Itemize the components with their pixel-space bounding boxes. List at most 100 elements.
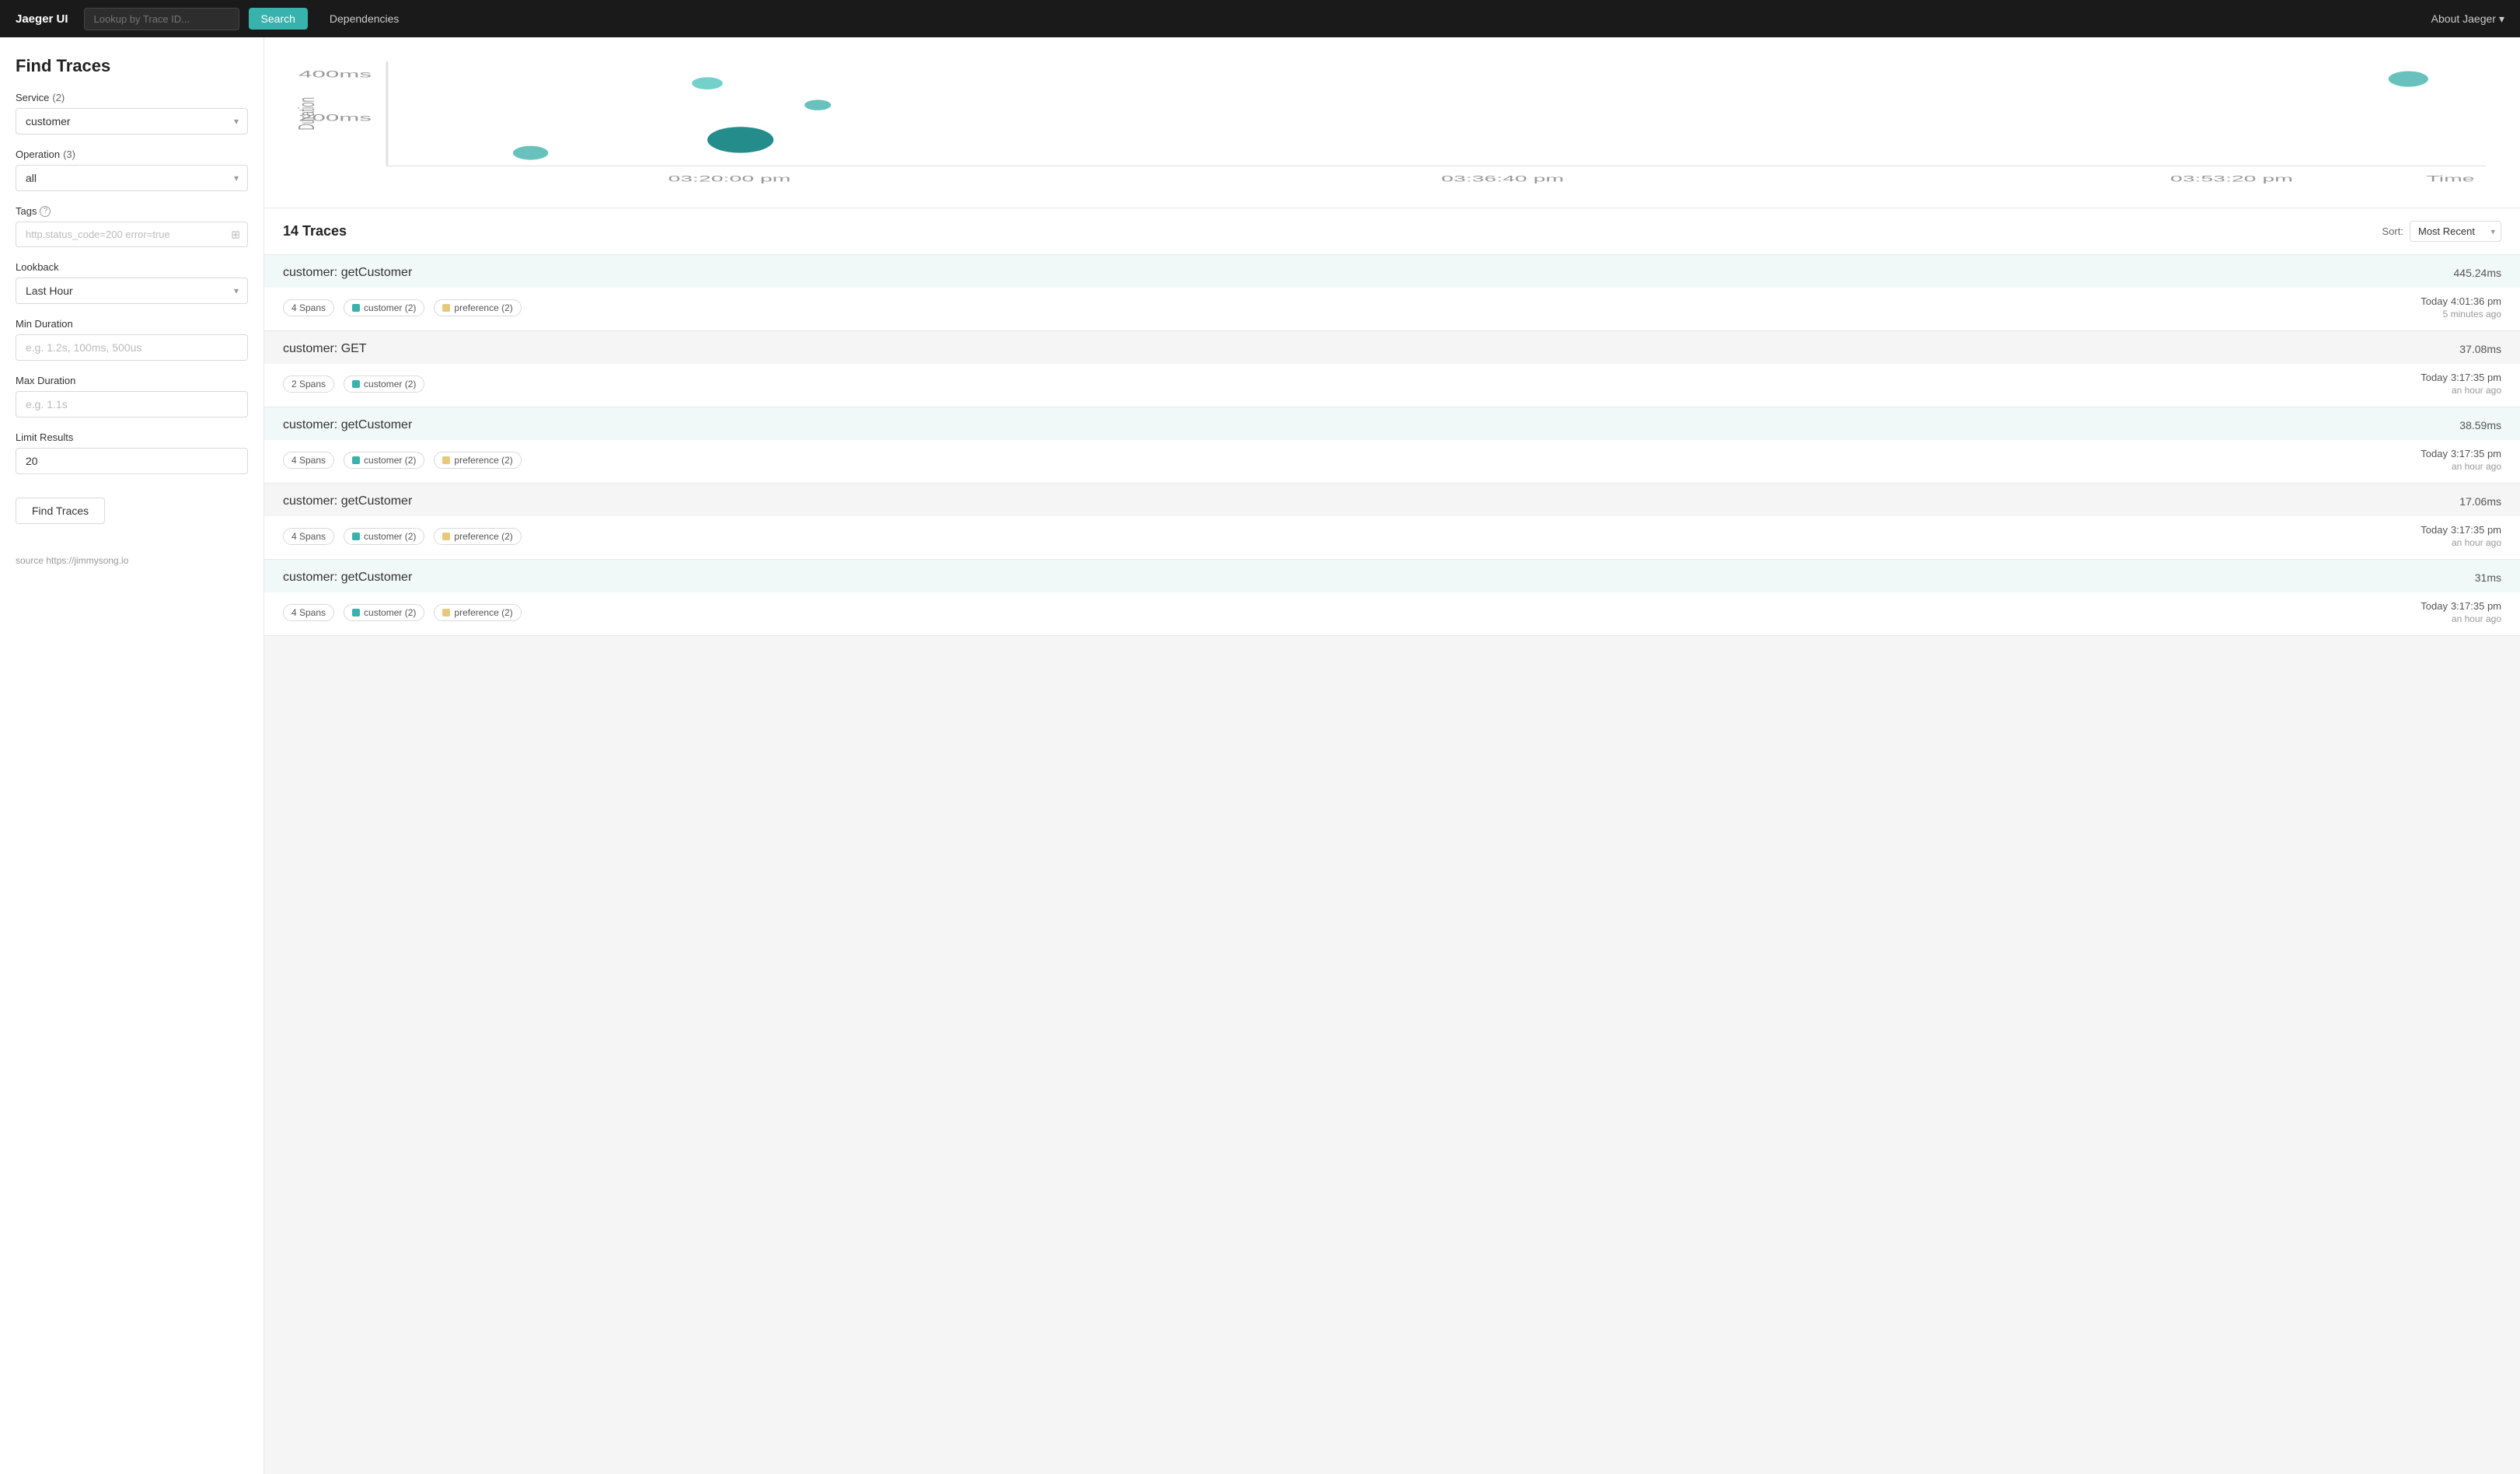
service-dot bbox=[442, 304, 450, 312]
service-tag: preference (2) bbox=[434, 452, 521, 469]
traces-count: 14 Traces bbox=[283, 223, 347, 239]
svg-text:400ms: 400ms bbox=[298, 68, 372, 79]
tags-group: Tags ? ⊞ bbox=[16, 205, 248, 247]
limit-label: Limit Results bbox=[16, 431, 248, 443]
trace-clock: 3:17:35 pm bbox=[2451, 448, 2501, 459]
service-name: customer (2) bbox=[364, 455, 416, 466]
spans-badge: 2 Spans bbox=[283, 375, 334, 393]
main-content: 400ms 200ms 03:20:00 pm 03:36:40 pm 03:5… bbox=[264, 37, 2520, 1474]
about-menu[interactable]: About Jaeger ▾ bbox=[2431, 12, 2504, 26]
svg-text:Time: Time bbox=[2427, 173, 2475, 183]
service-tag: customer (2) bbox=[344, 452, 424, 469]
trace-card[interactable]: customer: getCustomer 445.24ms 4 Spans c… bbox=[264, 255, 2520, 331]
page-title: Find Traces bbox=[16, 56, 248, 76]
svg-text:Duration: Duration bbox=[294, 97, 319, 130]
find-traces-button[interactable]: Find Traces bbox=[16, 498, 105, 524]
service-dot bbox=[442, 533, 450, 540]
trace-card-body: 4 Spans customer (2) preference (2) Toda… bbox=[264, 440, 2520, 483]
trace-duration: 37.08ms bbox=[2459, 343, 2501, 355]
trace-duration: 445.24ms bbox=[2454, 267, 2501, 279]
trace-title: customer: getCustomer bbox=[283, 571, 412, 585]
service-dot bbox=[352, 304, 360, 312]
lookback-group: Lookback Last Hour Last 2 Hours Last 6 H… bbox=[16, 261, 248, 304]
operation-label: Operation (3) bbox=[16, 148, 248, 160]
spans-badge: 4 Spans bbox=[283, 299, 334, 316]
service-name: customer (2) bbox=[364, 302, 416, 313]
operation-select[interactable]: all bbox=[16, 165, 248, 191]
limit-input[interactable] bbox=[16, 448, 248, 474]
min-duration-group: Min Duration bbox=[16, 318, 248, 361]
service-dot bbox=[442, 456, 450, 464]
service-dot bbox=[352, 609, 360, 616]
service-tag: customer (2) bbox=[344, 375, 424, 393]
trace-duration: 38.59ms bbox=[2459, 419, 2501, 431]
header: Jaeger UI Search Dependencies About Jaeg… bbox=[0, 0, 2520, 37]
spans-badge: 4 Spans bbox=[283, 604, 334, 621]
logo: Jaeger UI bbox=[16, 12, 68, 26]
service-label: Service (2) bbox=[16, 92, 248, 103]
service-group: Service (2) customer bbox=[16, 92, 248, 134]
trace-spans: 4 Spans customer (2) preference (2) bbox=[283, 604, 522, 621]
trace-card-body: 2 Spans customer (2) Today3:17:35 pm an … bbox=[264, 364, 2520, 407]
max-duration-group: Max Duration bbox=[16, 375, 248, 417]
svg-text:03:53:20 pm: 03:53:20 pm bbox=[2170, 173, 2293, 183]
trace-card-body: 4 Spans customer (2) preference (2) Toda… bbox=[264, 516, 2520, 559]
trace-spans: 4 Spans customer (2) preference (2) bbox=[283, 299, 522, 316]
trace-card-header: customer: GET 37.08ms bbox=[264, 331, 2520, 364]
svg-text:03:20:00 pm: 03:20:00 pm bbox=[668, 173, 791, 183]
lookback-select[interactable]: Last Hour Last 2 Hours Last 6 Hours Last… bbox=[16, 278, 248, 304]
trace-time: Today3:17:35 pm an hour ago bbox=[2421, 524, 2501, 548]
sort-wrapper: Sort: Most Recent Longest First Shortest… bbox=[2382, 221, 2501, 242]
trace-clock: 4:01:36 pm bbox=[2451, 295, 2501, 307]
search-button[interactable]: Search bbox=[249, 8, 308, 30]
trace-title: customer: GET bbox=[283, 342, 367, 356]
trace-time: Today4:01:36 pm 5 minutes ago bbox=[2421, 295, 2501, 320]
trace-card[interactable]: customer: getCustomer 17.06ms 4 Spans cu… bbox=[264, 484, 2520, 560]
trace-card-body: 4 Spans customer (2) preference (2) Toda… bbox=[264, 592, 2520, 635]
min-duration-input[interactable] bbox=[16, 334, 248, 361]
sort-select[interactable]: Most Recent Longest First Shortest First… bbox=[2410, 221, 2501, 242]
limit-group: Limit Results bbox=[16, 431, 248, 474]
trace-ago: an hour ago bbox=[2421, 537, 2501, 548]
sort-label: Sort: bbox=[2382, 225, 2403, 237]
tags-label: Tags ? bbox=[16, 205, 248, 217]
traces-header: 14 Traces Sort: Most Recent Longest Firs… bbox=[264, 208, 2520, 255]
service-tag: preference (2) bbox=[434, 528, 521, 545]
main-nav: Dependencies bbox=[320, 8, 409, 30]
table-icon: ⊞ bbox=[231, 228, 240, 241]
service-name: customer (2) bbox=[364, 607, 416, 618]
service-name: customer (2) bbox=[364, 379, 416, 389]
chart-svg: 400ms 200ms 03:20:00 pm 03:36:40 pm 03:5… bbox=[288, 53, 2497, 192]
max-duration-label: Max Duration bbox=[16, 375, 248, 386]
trace-duration: 17.06ms bbox=[2459, 495, 2501, 508]
service-tag: customer (2) bbox=[344, 528, 424, 545]
trace-card[interactable]: customer: getCustomer 38.59ms 4 Spans cu… bbox=[264, 407, 2520, 484]
trace-day: Today bbox=[2421, 295, 2448, 307]
service-dot bbox=[442, 609, 450, 616]
trace-card[interactable]: customer: getCustomer 31ms 4 Spans custo… bbox=[264, 560, 2520, 636]
source-link: source https://jimmysong.io bbox=[16, 555, 248, 566]
nav-dependencies[interactable]: Dependencies bbox=[320, 8, 409, 30]
trace-day: Today bbox=[2421, 372, 2448, 383]
service-select[interactable]: customer bbox=[16, 108, 248, 134]
service-tag: customer (2) bbox=[344, 299, 424, 316]
trace-id-input[interactable] bbox=[84, 8, 239, 30]
service-dot bbox=[352, 380, 360, 388]
trace-title: customer: getCustomer bbox=[283, 266, 412, 280]
trace-card[interactable]: customer: GET 37.08ms 2 Spans customer (… bbox=[264, 331, 2520, 407]
chevron-down-icon: ▾ bbox=[2499, 12, 2504, 26]
tags-input[interactable] bbox=[16, 222, 248, 247]
trace-ago: 5 minutes ago bbox=[2421, 309, 2501, 320]
trace-ago: an hour ago bbox=[2421, 385, 2501, 396]
service-name: preference (2) bbox=[454, 531, 512, 542]
trace-spans: 4 Spans customer (2) preference (2) bbox=[283, 528, 522, 545]
scatter-chart: 400ms 200ms 03:20:00 pm 03:36:40 pm 03:5… bbox=[264, 37, 2520, 208]
service-name: preference (2) bbox=[454, 302, 512, 313]
dot-5 bbox=[2389, 71, 2428, 86]
trace-title: customer: getCustomer bbox=[283, 418, 412, 432]
service-dot bbox=[352, 456, 360, 464]
help-icon[interactable]: ? bbox=[40, 206, 51, 217]
max-duration-input[interactable] bbox=[16, 391, 248, 417]
trace-card-header: customer: getCustomer 31ms bbox=[264, 560, 2520, 592]
svg-text:03:36:40 pm: 03:36:40 pm bbox=[1441, 173, 1564, 183]
